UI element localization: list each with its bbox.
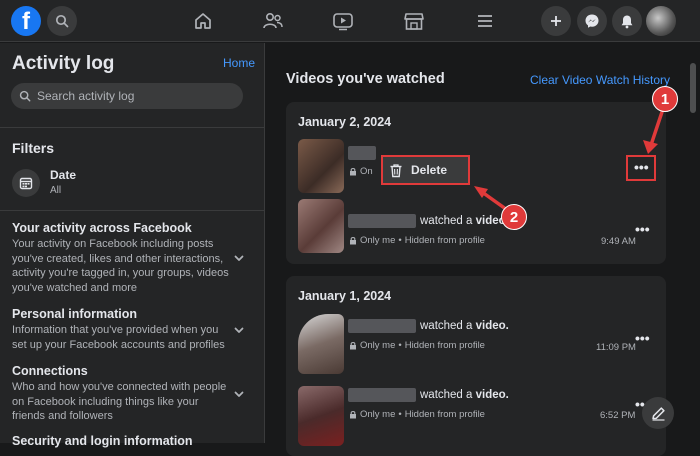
annotation-step-1: 1 <box>652 86 678 112</box>
annotation-step-2: 2 <box>501 204 527 230</box>
new-message-button[interactable] <box>642 397 674 429</box>
annotation-arrows <box>0 0 700 443</box>
compose-icon <box>651 406 666 421</box>
